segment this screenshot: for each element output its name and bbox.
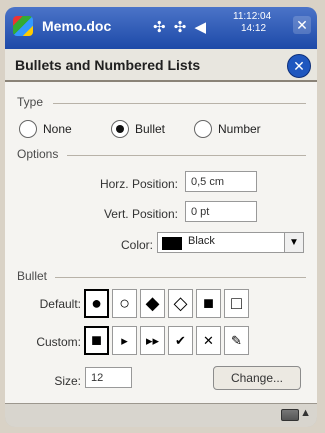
radio-number[interactable]: Number [194,120,261,138]
radio-bullet-indicator[interactable] [111,120,129,138]
radio-bullet[interactable]: Bullet [111,120,165,138]
dialog-content: Type None Bullet Number Options Horz. Po… [5,82,317,404]
radio-bullet-label: Bullet [135,122,166,136]
horz-position-label: Horz. Position: [99,177,178,191]
horz-position-input[interactable]: 0,5 cm [185,171,257,192]
custom-bullets-label: Custom: [36,335,81,349]
bottom-bar: ▲ [5,403,317,427]
default-bullets-label: Default: [39,297,81,311]
custom-bullet-3[interactable]: ▸▸ [140,326,165,355]
title-bar: Memo.doc ✣ ✣ ◀ 11:12:04 14:12 ✕ [5,7,317,49]
dialog-title: Bullets and Numbered Lists [15,57,201,73]
close-icon[interactable]: ✕ [293,16,311,34]
size-label: Size: [54,374,81,388]
start-icon[interactable] [13,16,33,36]
custom-bullet-4[interactable]: ✔ [168,326,193,355]
radio-none[interactable]: None [19,120,72,138]
dialog-header: Bullets and Numbered Lists ✕ [5,49,317,82]
bullet-section-divider [55,277,306,278]
vert-position-input[interactable]: 0 pt [185,201,257,222]
change-button[interactable]: Change... [213,366,301,390]
keyboard-icon[interactable] [281,409,299,421]
custom-bullet-1[interactable]: ■ [84,326,109,355]
color-label: Color: [120,238,153,252]
radio-number-label: Number [218,122,261,136]
default-bullet-5[interactable]: ■ [196,289,221,318]
bullet-section-label: Bullet [17,269,48,283]
default-bullet-3[interactable]: ◆ [140,289,165,318]
color-swatch [162,237,182,250]
default-bullet-1[interactable]: ● [84,289,109,318]
custom-bullet-6[interactable]: ✎ [224,326,249,355]
custom-bullet-5[interactable]: ✕ [196,326,221,355]
options-section-divider [67,155,306,156]
color-select-value: Black [188,235,215,247]
radio-number-indicator[interactable] [194,120,212,138]
close-button[interactable]: ✕ [287,54,311,78]
size-input[interactable]: 12 [85,367,132,388]
clock-time-bottom: 14:12 [241,23,267,34]
device-screen: Memo.doc ✣ ✣ ◀ 11:12:04 14:12 ✕ Bullets … [5,7,317,427]
clock: 11:12:04 14:12 [233,11,271,35]
app-title: Memo.doc [42,18,112,34]
caret-up-icon[interactable]: ▲ [300,407,311,419]
default-bullet-2[interactable]: ○ [112,289,137,318]
dropdown-arrow-icon[interactable]: ▼ [284,233,303,252]
radio-none-indicator[interactable] [19,120,37,138]
type-section-label: Type [17,95,44,109]
default-bullet-6[interactable]: □ [224,289,249,318]
vert-position-label: Vert. Position: [103,207,178,221]
custom-bullet-2[interactable]: ▸ [112,326,137,355]
color-select[interactable]: Black ▼ [157,232,304,253]
radio-none-label: None [43,122,72,136]
status-icons: ✣ ✣ ◀ [153,19,209,36]
default-bullet-4[interactable]: ◇ [168,289,193,318]
clock-time-top: 11:12:04 [233,11,272,22]
options-section-label: Options [17,147,59,161]
type-section-divider [53,103,306,104]
